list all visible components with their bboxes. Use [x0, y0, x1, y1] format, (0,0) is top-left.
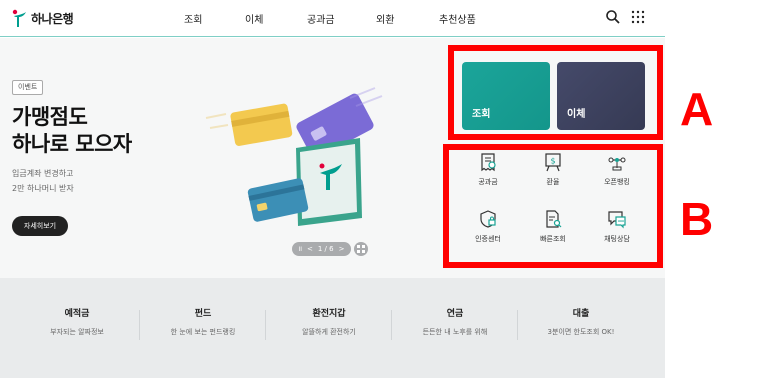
- link-exchange-wallet-title: 환전지갑: [312, 309, 346, 319]
- link-savings-title: 예적금: [64, 309, 90, 319]
- pause-button[interactable]: II: [298, 246, 302, 253]
- hero-desc-line2: 2만 하나머니 받자: [12, 184, 74, 193]
- link-loan-desc: 3분이면 한도조회 OK!: [547, 328, 615, 336]
- view-details-button[interactable]: 자세히보기: [12, 216, 68, 236]
- slide-counter: 1 / 6: [317, 245, 334, 253]
- nav-item-transfer[interactable]: 이체: [245, 11, 263, 26]
- highlight-box-a: [448, 45, 663, 140]
- nav-item-recommended[interactable]: 추천상품: [439, 11, 476, 26]
- hero-title: 가맹점도 하나로 모으자: [12, 104, 132, 158]
- grid-icon: [357, 245, 365, 253]
- link-fund-desc: 한 눈에 보는 펀드랭킹: [170, 328, 236, 336]
- next-slide-button[interactable]: >: [339, 245, 345, 253]
- hero-title-line2: 하나로 모으자: [12, 132, 132, 156]
- hero-title-line1: 가맹점도: [12, 105, 88, 129]
- banner-list-button[interactable]: [354, 242, 368, 256]
- wallet-cards-illustration: [205, 87, 383, 226]
- product-links-bar: 예적금 부자되는 알짜정보 펀드 한 눈에 보는 펀드랭킹 환전지갑 알뜰하게 …: [0, 278, 665, 378]
- nav-item-foreign-exchange[interactable]: 외환: [376, 11, 394, 26]
- link-loan[interactable]: 대출 3분이면 한도조회 OK!: [517, 306, 645, 337]
- annotation-label-b: B: [680, 193, 714, 245]
- all-menu-grid-icon[interactable]: [630, 9, 646, 25]
- screenshot-root: 하나은행 조회 이체 공과금 외환 추천상품 이벤트 가맹점도 하나로 모으자 …: [0, 0, 758, 378]
- link-fund[interactable]: 펀드 한 눈에 보는 펀드랭킹: [139, 306, 267, 337]
- link-exchange-wallet[interactable]: 환전지갑 알뜰하게 환전하기: [265, 306, 393, 337]
- highlight-box-b: [443, 144, 663, 268]
- prev-slide-button[interactable]: <: [307, 245, 313, 253]
- event-tag: 이벤트: [12, 80, 44, 95]
- search-icon[interactable]: [605, 9, 621, 25]
- annotation-label-a: A: [680, 83, 714, 135]
- hana-logo-icon: [12, 9, 26, 27]
- nav-item-bills[interactable]: 공과금: [307, 11, 335, 26]
- link-pension-title: 연금: [446, 309, 464, 319]
- hero-desc-line1: 입금계좌 변경하고: [12, 169, 74, 178]
- link-loan-title: 대출: [572, 309, 590, 319]
- link-savings-desc: 부자되는 알짜정보: [50, 328, 104, 336]
- brand-name: 하나은행: [31, 11, 74, 26]
- banner-pager: II < 1 / 6 >: [292, 242, 351, 256]
- link-pension-desc: 든든한 내 노후를 위해: [422, 328, 488, 336]
- hero-description: 입금계좌 변경하고 2만 하나머니 받자: [12, 166, 74, 196]
- link-exchange-wallet-desc: 알뜰하게 환전하기: [302, 328, 356, 336]
- link-pension[interactable]: 연금 든든한 내 노후를 위해: [391, 306, 519, 337]
- top-nav-bar: 하나은행 조회 이체 공과금 외환 추천상품: [0, 0, 665, 37]
- link-fund-title: 펀드: [194, 309, 212, 319]
- link-savings[interactable]: 예적금 부자되는 알짜정보: [13, 306, 141, 337]
- hana-bank-logo[interactable]: 하나은행: [11, 8, 74, 28]
- nav-item-inquiry[interactable]: 조회: [184, 11, 202, 26]
